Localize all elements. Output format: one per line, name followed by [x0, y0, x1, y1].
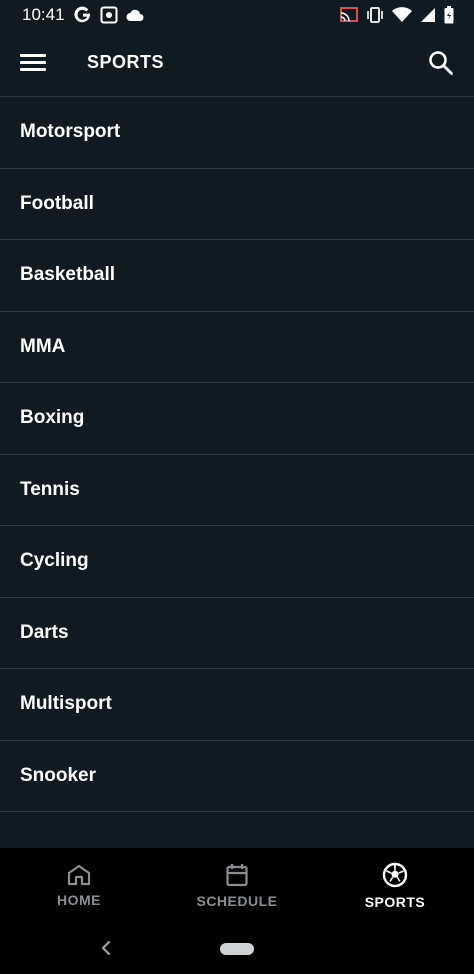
list-item-label: Darts: [20, 621, 69, 643]
nav-home[interactable]: HOME: [0, 848, 158, 924]
battery-icon: [444, 6, 454, 24]
home-pill[interactable]: [220, 943, 254, 955]
sports-list: Motorsport Football Basketball MMA Boxin…: [0, 97, 474, 812]
nav-home-label: HOME: [57, 892, 101, 908]
list-item-multisport[interactable]: Multisport: [0, 669, 474, 741]
menu-icon: [18, 54, 48, 71]
list-item-label: Tennis: [20, 478, 80, 500]
wifi-icon: [392, 7, 412, 22]
home-icon: [67, 864, 91, 886]
photo-icon: [100, 6, 118, 24]
nav-schedule[interactable]: SCHEDULE: [158, 848, 316, 924]
system-navigation-bar: [0, 924, 474, 974]
cloud-icon: [126, 9, 144, 22]
back-arrow-icon: [101, 940, 111, 956]
nav-sports-label: SPORTS: [364, 894, 426, 910]
list-item-motorsport[interactable]: Motorsport: [0, 97, 474, 169]
cast-icon: [340, 7, 358, 22]
list-item-basketball[interactable]: Basketball: [0, 240, 474, 312]
bottom-navigation: HOME SCHEDULE SPORTS: [0, 848, 474, 924]
app-bar: SPORTS: [0, 30, 474, 97]
list-item-label: Boxing: [20, 407, 85, 429]
list-item-cycling[interactable]: Cycling: [0, 526, 474, 598]
status-time: 10:41: [22, 5, 65, 24]
google-icon: [74, 6, 90, 23]
vibrate-icon: [367, 7, 383, 23]
menu-button[interactable]: [18, 50, 48, 76]
list-item-snooker[interactable]: Snooker: [0, 741, 474, 812]
search-button[interactable]: [428, 50, 454, 76]
list-item-darts[interactable]: Darts: [0, 598, 474, 669]
list-item-label: MMA: [20, 335, 66, 357]
back-button[interactable]: [96, 936, 116, 960]
page-title: SPORTS: [87, 52, 165, 72]
signal-icon: [421, 8, 435, 22]
list-item-boxing[interactable]: Boxing: [0, 383, 474, 455]
list-item-mma[interactable]: MMA: [0, 312, 474, 383]
list-item-label: Cycling: [20, 550, 89, 572]
list-item-football[interactable]: Football: [0, 169, 474, 240]
list-item-label: Multisport: [20, 693, 112, 715]
list-item-label: Snooker: [20, 764, 97, 786]
list-item-tennis[interactable]: Tennis: [0, 455, 474, 526]
soccer-ball-icon: [382, 862, 408, 888]
nav-sports[interactable]: SPORTS: [316, 848, 474, 924]
list-item-label: Basketball: [20, 264, 116, 286]
list-item-label: Motorsport: [20, 121, 121, 143]
search-icon: [429, 51, 453, 75]
status-bar: 10:41: [0, 0, 474, 30]
list-item-label: Football: [20, 192, 94, 214]
nav-schedule-label: SCHEDULE: [196, 893, 278, 909]
calendar-icon: [226, 864, 248, 887]
